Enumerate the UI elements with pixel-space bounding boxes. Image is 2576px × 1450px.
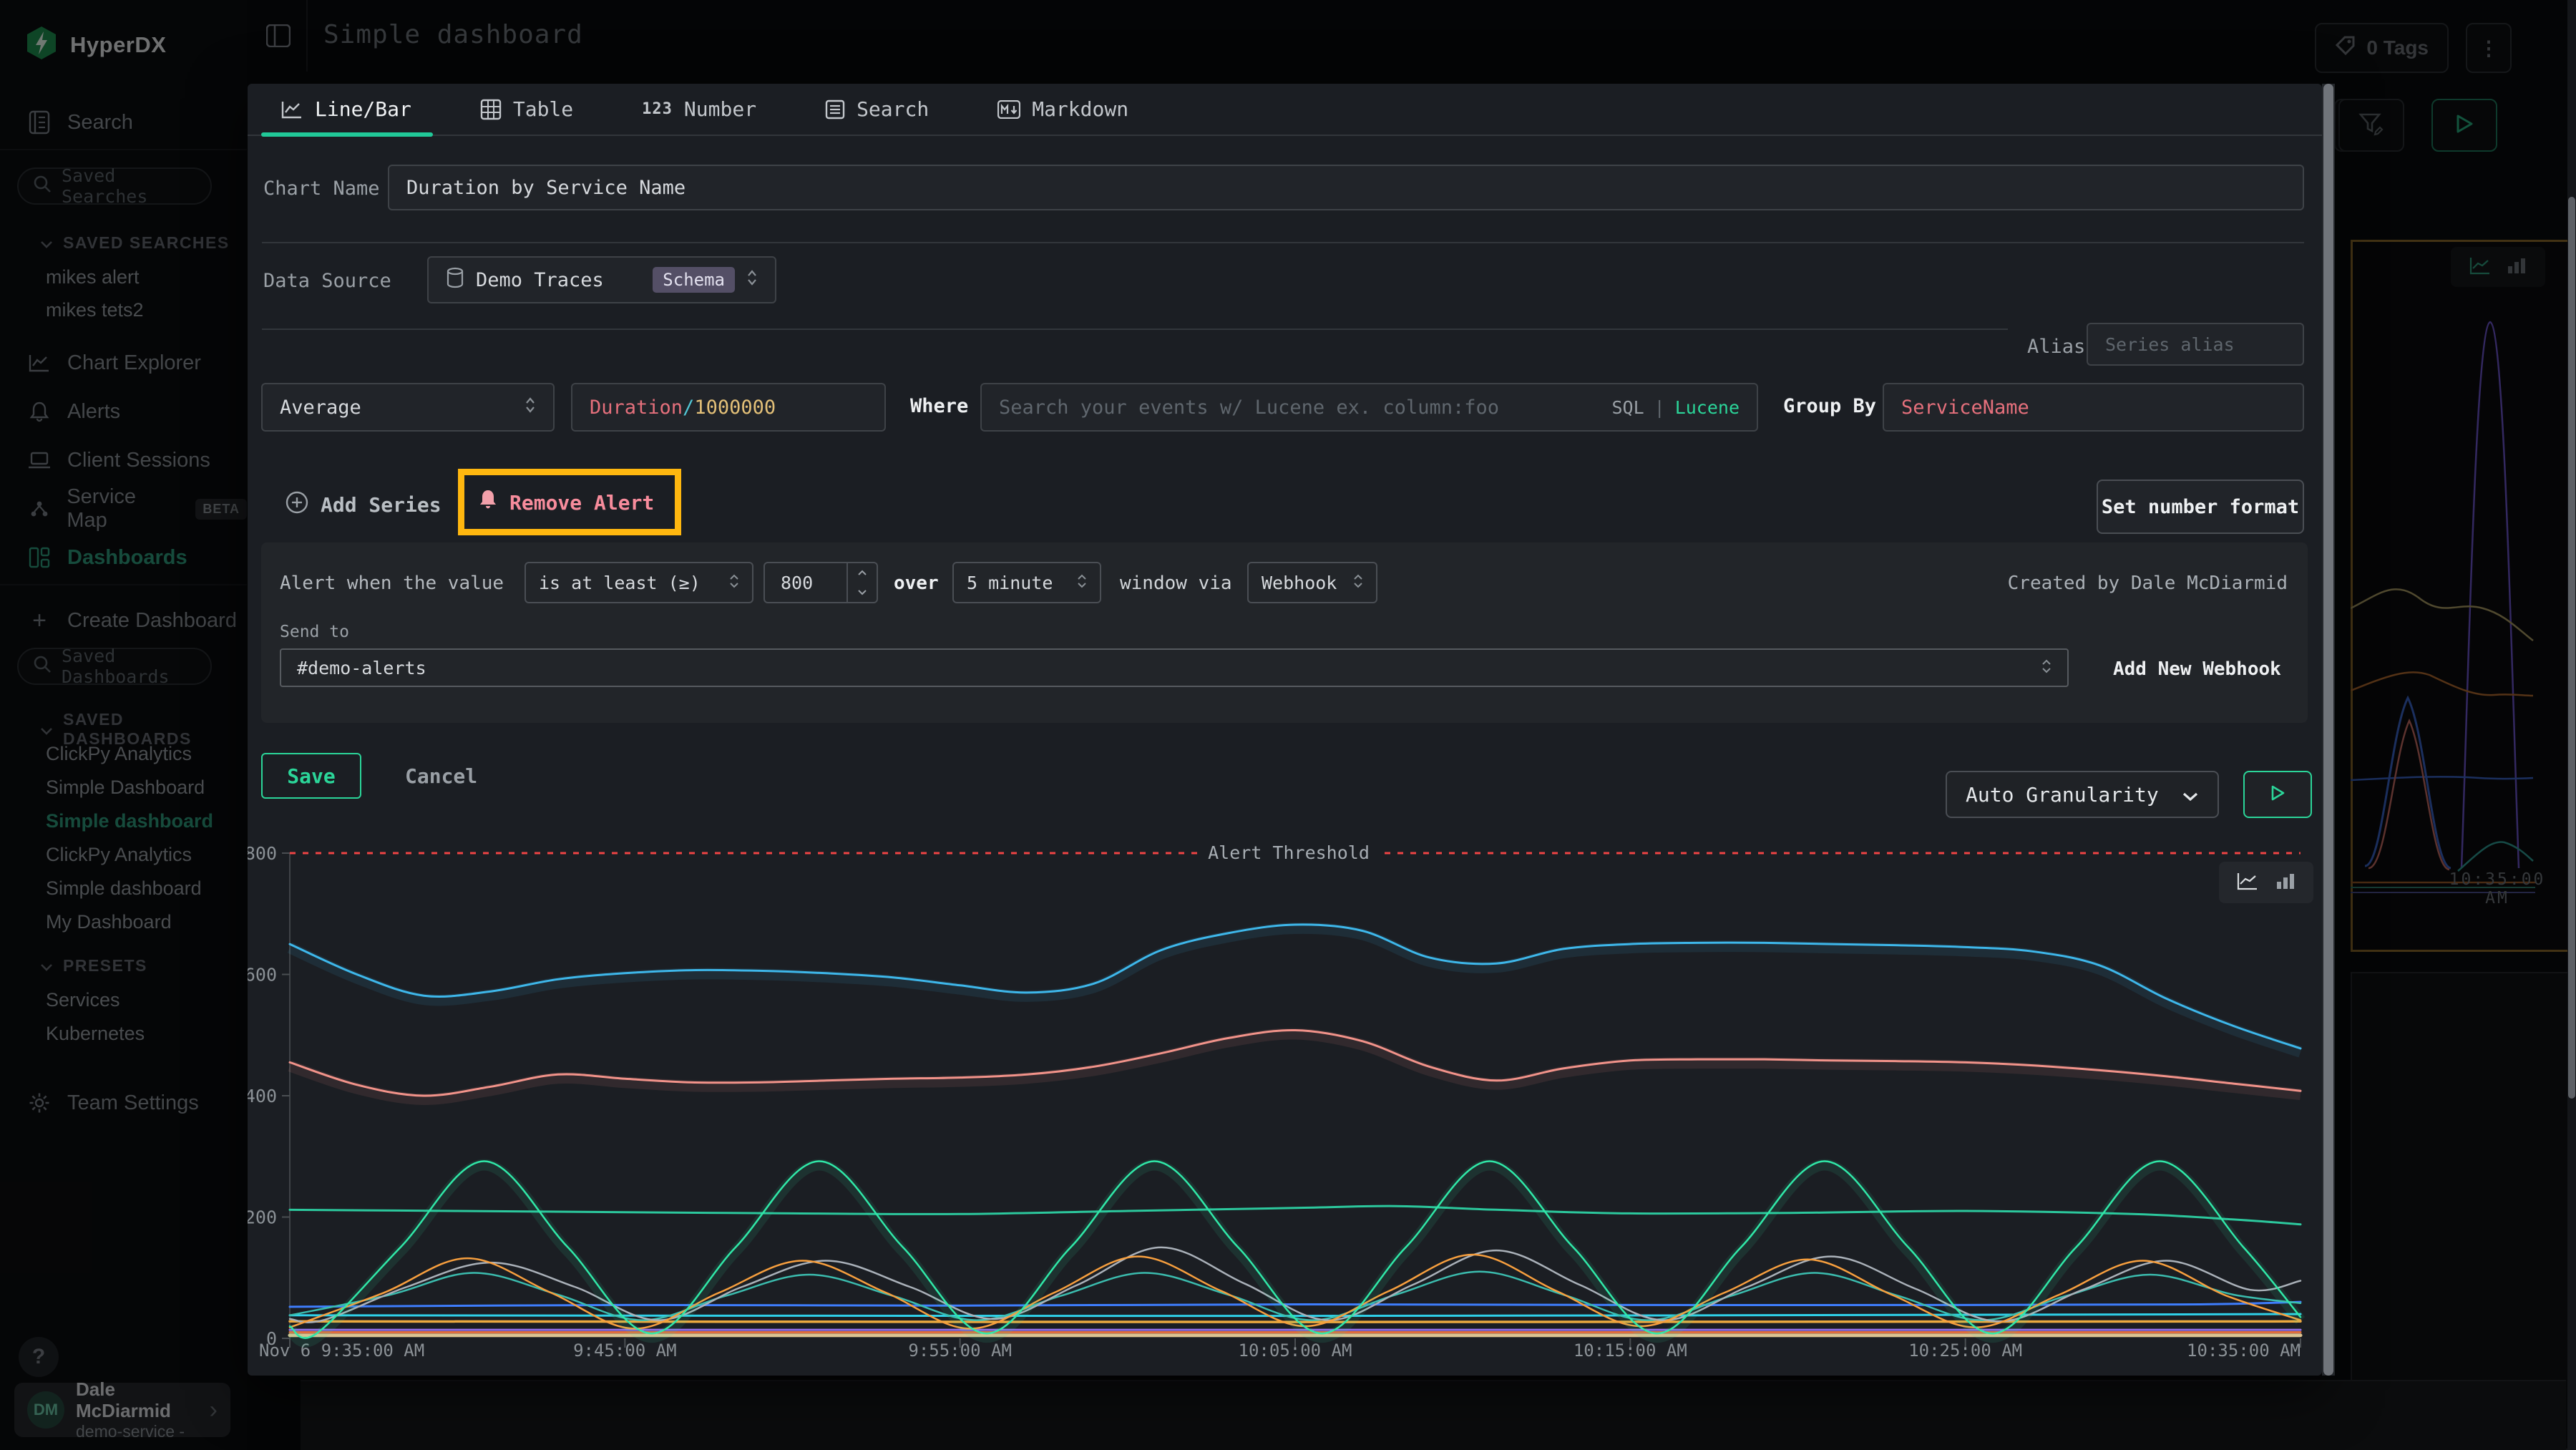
database-icon	[446, 267, 464, 293]
save-button[interactable]: Save	[261, 753, 361, 799]
alert-channel-select[interactable]: Webhook	[1247, 562, 1377, 603]
send-to-label: Send to	[280, 623, 349, 641]
data-source-label: Data Source	[263, 270, 391, 292]
select-updown-icon	[746, 269, 758, 291]
chevron-down-icon	[2182, 783, 2199, 807]
chart-name-input[interactable]: Duration by Service Name	[388, 165, 2304, 210]
circle-plus-icon	[285, 490, 309, 520]
duration-chart[interactable]: 0200400600800Nov 6 9:35:00 AM9:45:00 AM9…	[248, 839, 2322, 1376]
bell-icon	[478, 489, 498, 517]
svg-text:10:25:00 AM: 10:25:00 AM	[1908, 1340, 2022, 1361]
tab-markdown[interactable]: Markdown	[997, 83, 1128, 135]
markdown-icon	[997, 100, 1020, 119]
language-switch[interactable]: SQL | Lucene	[1611, 397, 1740, 418]
svg-text:800: 800	[248, 843, 277, 864]
group-by-label: Group By	[1783, 395, 1876, 417]
remove-alert-button[interactable]: Remove Alert	[478, 482, 654, 523]
alert-settings-panel: Alert when the value is at least (≥) 800…	[261, 542, 2308, 723]
alert-prefix-label: Alert when the value	[280, 573, 504, 594]
play-icon	[2270, 784, 2285, 804]
svg-text:400: 400	[248, 1086, 277, 1106]
select-updown-icon	[729, 573, 739, 593]
tab-line-bar[interactable]: Line/Bar	[280, 83, 411, 135]
tab-number[interactable]: 123 Number	[642, 83, 756, 135]
svg-text:10:15:00 AM: 10:15:00 AM	[1574, 1340, 1687, 1361]
svg-text:9:45:00 AM: 9:45:00 AM	[573, 1340, 677, 1361]
svg-text:Nov 6 9:35:00 AM: Nov 6 9:35:00 AM	[259, 1340, 424, 1361]
over-label: over	[894, 573, 939, 594]
alias-input[interactable]: Series alias	[2087, 323, 2304, 366]
sql-option[interactable]: SQL	[1611, 397, 1644, 418]
svg-text:Alert Threshold: Alert Threshold	[1208, 842, 1370, 863]
alert-threshold-input[interactable]: 800	[763, 562, 878, 603]
page-scrollbar[interactable]	[2567, 0, 2576, 1450]
svg-text:200: 200	[248, 1207, 277, 1228]
lucene-option[interactable]: Lucene	[1675, 397, 1740, 418]
line-chart-icon	[280, 99, 303, 120]
divider	[262, 242, 2304, 243]
add-series-button[interactable]: Add Series	[285, 490, 441, 520]
chart-name-label: Chart Name	[263, 177, 380, 200]
alert-condition-select[interactable]: is at least (≥)	[525, 562, 753, 603]
select-updown-icon	[1077, 573, 1087, 593]
run-chart-button[interactable]	[2243, 771, 2312, 818]
group-by-input[interactable]: ServiceName	[1883, 383, 2304, 432]
granularity-select[interactable]: Auto Granularity	[1946, 771, 2219, 818]
where-search-input[interactable]: Search your events w/ Lucene ex. column:…	[980, 383, 1758, 432]
select-updown-icon	[525, 396, 536, 419]
select-updown-icon	[2041, 658, 2051, 678]
window-via-label: window via	[1120, 573, 1232, 594]
alert-window-select[interactable]: 5 minute	[952, 562, 1101, 603]
svg-text:600: 600	[248, 965, 277, 986]
app-root: Simple dashboard 0 Tags ⋮	[0, 0, 2576, 1450]
line-chart-icon[interactable]	[2237, 872, 2258, 893]
alias-label: Alias	[2027, 336, 2085, 358]
series-row: Average Duration/1000000 Where Search yo…	[248, 383, 2322, 432]
svg-text:10:35:00 AM: 10:35:00 AM	[2187, 1340, 2301, 1361]
schema-badge: Schema	[653, 267, 735, 293]
tab-table[interactable]: Table	[480, 83, 573, 135]
modal-scrollbar[interactable]	[2322, 84, 2335, 1376]
add-new-webhook-button[interactable]: Add New Webhook	[2113, 658, 2281, 680]
cancel-button[interactable]: Cancel	[405, 764, 477, 788]
bar-chart-icon[interactable]	[2275, 872, 2296, 893]
stepper-down-icon[interactable]	[848, 583, 877, 602]
table-icon	[480, 99, 502, 120]
modal-chart-type-toggle[interactable]	[2219, 862, 2313, 903]
edit-chart-modal: Line/Bar Table 123 Number Search Markdow…	[248, 84, 2322, 1376]
set-number-format-button[interactable]: Set number format	[2097, 480, 2304, 534]
aggregation-select[interactable]: Average	[261, 383, 555, 432]
stepper-up-icon[interactable]	[848, 563, 877, 583]
where-label: Where	[910, 395, 968, 417]
divider	[262, 329, 2008, 330]
tab-search[interactable]: Search	[825, 83, 929, 135]
svg-text:10:05:00 AM: 10:05:00 AM	[1239, 1340, 1352, 1361]
svg-text:9:55:00 AM: 9:55:00 AM	[908, 1340, 1012, 1361]
send-to-select[interactable]: #demo-alerts	[280, 648, 2069, 687]
data-source-select[interactable]: Demo Traces Schema	[427, 256, 776, 303]
field-expression-input[interactable]: Duration/1000000	[571, 383, 886, 432]
number-stepper[interactable]	[847, 563, 877, 602]
number-123-icon: 123	[642, 100, 673, 118]
select-updown-icon	[1353, 573, 1363, 593]
created-by-label: Created by Dale McDiarmid	[2008, 573, 2288, 594]
search-list-icon	[825, 99, 845, 120]
chart-type-tabs: Line/Bar Table 123 Number Search Markdow…	[248, 84, 2322, 136]
